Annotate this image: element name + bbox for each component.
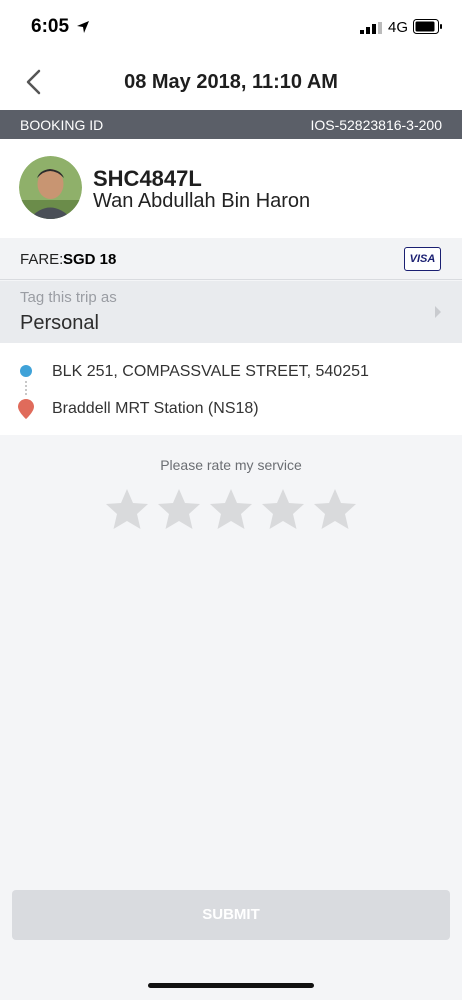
star-icon[interactable] (103, 486, 151, 534)
nav-bar: 08 May 2018, 11:10 AM (0, 54, 462, 110)
chevron-right-icon (435, 306, 441, 318)
fare-label: FARE: (20, 251, 64, 268)
vehicle-plate: SHC4847L (93, 166, 202, 191)
location-arrow-icon (77, 21, 89, 33)
fare-amount: SGD 18 (63, 251, 117, 268)
pickup-address: BLK 251, COMPASSVALE STREET, 540251 (52, 363, 369, 380)
star-icon[interactable] (311, 486, 359, 534)
route-card: BLK 251, COMPASSVALE STREET, 540251 Brad… (0, 343, 462, 435)
driver-card: SHC4847L Wan Abdullah Bin Haron (0, 139, 462, 238)
booking-id-value: IOS-52823816-3-200 (310, 117, 442, 133)
rating-stars (103, 486, 359, 534)
trip-tag-label: Tag this trip as (20, 289, 117, 306)
pickup-dot-icon (20, 365, 32, 377)
dropoff-address: Braddell MRT Station (NS18) (52, 400, 259, 417)
fare-row: FARE: SGD 18 VISA (0, 238, 462, 280)
driver-name: Wan Abdullah Bin Haron (93, 190, 311, 212)
trip-tag-selector[interactable]: Tag this trip as Personal (0, 281, 462, 343)
trip-tag-value: Personal (20, 312, 99, 334)
map-pin-icon (18, 399, 34, 419)
star-icon[interactable] (259, 486, 307, 534)
cellular-signal-icon (360, 22, 382, 34)
booking-id-label: BOOKING ID (20, 117, 104, 133)
driver-avatar (19, 156, 82, 219)
battery-icon (413, 19, 442, 34)
star-icon[interactable] (155, 486, 203, 534)
home-indicator (148, 983, 314, 988)
status-bar: 6:05 4G (0, 0, 462, 54)
booking-id-bar: BOOKING ID IOS-52823816-3-200 (0, 110, 462, 139)
page-title: 08 May 2018, 11:10 AM (124, 71, 338, 93)
route-connector (25, 381, 27, 395)
rating-prompt: Please rate my service (160, 457, 302, 473)
submit-button[interactable]: SUBMIT (12, 890, 450, 940)
status-time: 6:05 (31, 16, 70, 37)
star-icon[interactable] (207, 486, 255, 534)
visa-card-icon: VISA (404, 247, 441, 271)
network-type: 4G (388, 19, 409, 36)
